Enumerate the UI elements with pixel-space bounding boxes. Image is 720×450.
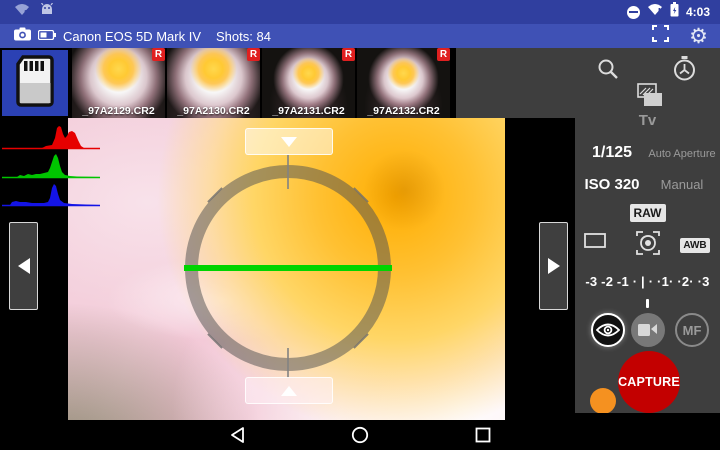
camera-battery-icon [38,27,56,45]
stabilizer-button[interactable] [632,227,664,259]
home-icon [351,426,369,444]
android-debug-icon [40,3,54,21]
android-status-bar: ? 4:03 [0,0,720,24]
do-not-disturb-icon [627,6,640,19]
exposure-compensation-scale[interactable]: -3 -2 -1 · | · ·1· ·2· ·3 [575,274,720,289]
triangle-down-icon [281,137,297,147]
white-balance-button[interactable]: AWB [675,235,715,253]
thumbnail-strip-list: R _97A2129.CR2 R _97A2130.CR2 R _97A2131… [0,48,456,118]
wifi-question-icon: ? [14,3,30,21]
nav-home-button[interactable] [350,425,370,445]
timer-button[interactable] [669,54,699,84]
next-image-button[interactable] [539,222,568,310]
nav-back-button[interactable] [227,425,247,445]
settings-gear-icon[interactable]: ⚙ [689,26,708,46]
capture-button[interactable]: CAPTURE [618,351,680,413]
android-navigation-bar [0,420,720,450]
sd-card-icon [15,55,55,112]
manual-focus-button[interactable]: MF [675,313,709,347]
thumbnail-filename: _97A2130.CR2 [167,105,260,117]
ev-indicator-tick [646,299,649,308]
shooting-mode-label[interactable]: Tv [575,112,720,129]
raw-quality-badge: RAW [630,204,666,222]
frame-rect-icon [584,233,606,248]
histogram-overlay [2,124,110,215]
back-icon [229,426,246,444]
nav-recents-button[interactable] [473,425,493,445]
raw-badge: R [247,48,260,61]
iso-mode-label[interactable]: Manual [643,177,720,192]
raw-badge: R [437,48,450,61]
thumbnail-item[interactable]: R _97A2131.CR2 [262,48,355,118]
crosshair-line-bottom [287,348,289,378]
clock-time: 4:03 [686,5,710,19]
thumbnail-item[interactable]: R _97A2132.CR2 [357,48,450,118]
image-quality-button[interactable]: RAW [575,204,720,222]
arrow-right-icon [548,258,560,274]
shots-counter: Shots: 84 [216,29,271,44]
capture-label: CAPTURE [618,375,680,389]
video-camera-icon [638,323,658,337]
app-bar: Canon EOS 5D Mark IV Shots: 84 ⚙ [0,24,720,48]
memory-card-button[interactable] [2,50,68,116]
shutter-speed-value[interactable]: 1/125 [575,144,649,162]
camera-model-title: Canon EOS 5D Mark IV [63,29,201,44]
wifi-status-icon [647,3,663,21]
liveview-eye-button[interactable] [591,313,625,347]
search-icon [596,57,620,81]
previous-image-button[interactable] [9,222,38,310]
thumbnail-filename: _97A2129.CR2 [72,105,165,117]
control-panel: Tv 1/125 Auto Aperture ISO 320 Manual RA… [575,48,720,413]
arrow-left-icon [18,258,30,274]
mf-label: MF [683,323,702,338]
adjust-up-button[interactable] [245,128,333,155]
thumbnail-item[interactable]: R _97A2129.CR2 [72,48,165,118]
movie-mode-button[interactable] [631,313,665,347]
bulb-indicator-button[interactable] [590,388,616,413]
stopwatch-icon [672,56,697,82]
raw-badge: R [152,48,165,61]
liveview-image[interactable] [68,118,505,420]
thumbnail-filename: _97A2132.CR2 [357,105,450,117]
raw-badge: R [342,48,355,61]
bracketing-button[interactable] [631,81,665,111]
fullscreen-icon[interactable] [652,25,669,47]
camera-icon [14,27,31,46]
triangle-up-icon [281,386,297,396]
thumbnail-item[interactable]: R _97A2130.CR2 [167,48,260,118]
aperture-mode-label[interactable]: Auto Aperture [643,148,720,160]
metering-button[interactable] [583,231,607,249]
battery-charging-icon [670,2,679,22]
adjust-down-button[interactable] [245,377,333,404]
zoom-search-button[interactable] [593,54,623,84]
camera-stabilize-icon [633,228,663,258]
iso-value[interactable]: ISO 320 [575,176,649,193]
level-green-line [184,265,392,271]
recents-icon [475,427,491,443]
svg-text:?: ? [24,10,28,16]
crosshair-line-top [287,155,289,189]
awb-badge: AWB [680,238,709,253]
thumbnail-filename: _97A2131.CR2 [262,105,355,117]
eye-icon [596,322,620,338]
layers-icon [632,82,664,110]
